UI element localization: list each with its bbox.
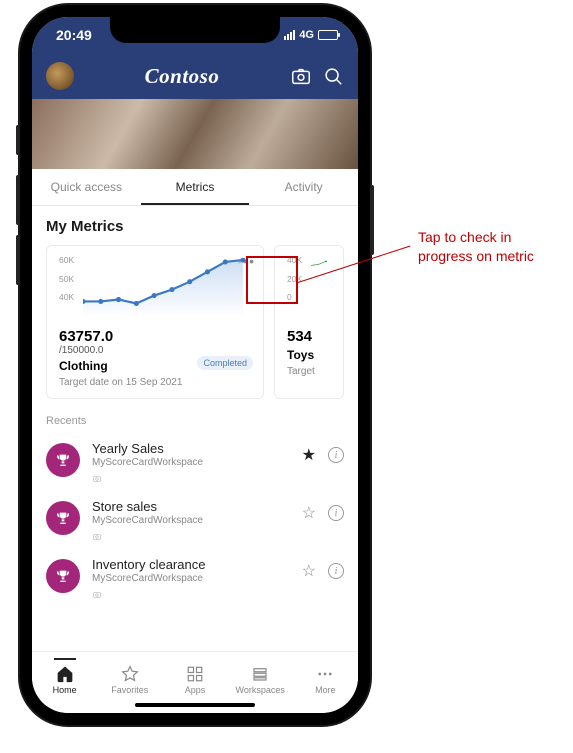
network-label: 4G: [299, 29, 314, 41]
home-indicator[interactable]: [135, 703, 255, 707]
metric-target: /150000.0: [59, 345, 251, 356]
recent-title: Inventory clearance: [92, 557, 290, 572]
recent-meta-icon: [92, 529, 290, 547]
metric-date: Target: [287, 366, 331, 377]
recent-item[interactable]: Inventory clearance MyScoreCardWorkspace…: [46, 551, 344, 609]
camera-icon[interactable]: [290, 65, 312, 87]
favorite-star-icon[interactable]: ☆: [302, 503, 316, 523]
metric-value: 534: [287, 328, 331, 345]
recent-title: Store sales: [92, 499, 290, 514]
metric-name: Toys: [287, 348, 331, 362]
info-icon[interactable]: i: [328, 563, 344, 579]
annotation-text: Tap to check in progress on metric: [418, 228, 534, 266]
workspaces-icon: [251, 665, 269, 683]
y-tick: 40K: [59, 293, 74, 302]
search-icon[interactable]: [322, 65, 344, 87]
trophy-icon: [46, 501, 80, 535]
nav-label: Favorites: [111, 685, 148, 695]
recent-subtitle: MyScoreCardWorkspace: [92, 573, 290, 584]
nav-label: Apps: [185, 685, 206, 695]
recents-heading: Recents: [46, 415, 344, 427]
nav-label: Home: [53, 685, 77, 695]
tabs: Quick access Metrics Activity: [32, 169, 358, 206]
tab-quick-access[interactable]: Quick access: [32, 169, 141, 205]
y-tick: 50K: [59, 275, 74, 284]
phone-frame: 20:49 4G Contoso Quick access Metrics Ac…: [20, 5, 370, 725]
recent-item[interactable]: Store sales MyScoreCardWorkspace ☆ i: [46, 493, 344, 551]
notch: [110, 17, 280, 43]
y-tick: 0: [287, 293, 302, 302]
info-icon[interactable]: i: [328, 505, 344, 521]
metric-chart-peek: 40K 20K 0: [287, 256, 331, 326]
side-button: [16, 125, 20, 155]
volume-down-button: [16, 235, 20, 285]
power-button: [370, 185, 374, 255]
nav-home[interactable]: Home: [32, 658, 97, 713]
hero-image: [32, 99, 358, 169]
y-tick: 60K: [59, 256, 74, 265]
nav-more[interactable]: More: [293, 658, 358, 713]
annotation-line1: Tap to check in: [418, 228, 534, 247]
metric-card-clothing[interactable]: ••• 60K 50K 40K: [46, 245, 264, 399]
section-title: My Metrics: [46, 218, 344, 235]
screen: 20:49 4G Contoso Quick access Metrics Ac…: [32, 17, 358, 713]
recent-title: Yearly Sales: [92, 441, 290, 456]
volume-up-button: [16, 175, 20, 225]
home-icon: [56, 665, 74, 683]
annotation-line2: progress on metric: [418, 247, 534, 266]
recent-subtitle: MyScoreCardWorkspace: [92, 515, 290, 526]
metric-value: 63757.0: [59, 328, 251, 345]
more-icon: [316, 665, 334, 683]
status-badge: Completed: [197, 356, 253, 370]
recent-subtitle: MyScoreCardWorkspace: [92, 457, 290, 468]
status-time: 20:49: [56, 27, 92, 43]
star-icon: [121, 665, 139, 683]
avatar[interactable]: [46, 62, 74, 90]
metric-date: Target date on 15 Sep 2021: [59, 377, 251, 388]
app-header: Contoso: [32, 53, 358, 99]
y-tick: 40K: [287, 256, 302, 265]
battery-icon: [318, 30, 338, 40]
brand-title: Contoso: [84, 64, 280, 89]
nav-label: More: [315, 685, 336, 695]
apps-icon: [186, 665, 204, 683]
metric-chart: 60K 50K 40K: [59, 256, 251, 326]
favorite-star-icon[interactable]: ☆: [302, 561, 316, 581]
trophy-icon: [46, 443, 80, 477]
tab-metrics[interactable]: Metrics: [141, 169, 250, 205]
nav-label: Workspaces: [236, 685, 285, 695]
recent-item[interactable]: Yearly Sales MyScoreCardWorkspace ★ i: [46, 435, 344, 493]
recent-meta-icon: [92, 587, 290, 605]
trophy-icon: [46, 559, 80, 593]
recent-meta-icon: [92, 471, 290, 489]
metric-card-toys[interactable]: 40K 20K 0 534 Toys Target: [274, 245, 344, 399]
tab-activity[interactable]: Activity: [249, 169, 358, 205]
signal-icon: [284, 30, 295, 40]
favorite-star-icon[interactable]: ★: [302, 445, 316, 465]
info-icon[interactable]: i: [328, 447, 344, 463]
content-area: My Metrics ••• 60K 50K 40K: [32, 206, 358, 651]
